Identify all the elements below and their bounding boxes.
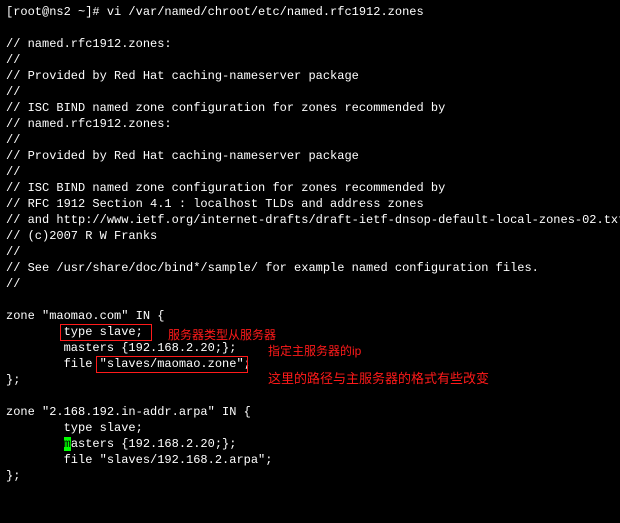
file-line: }; [6,469,20,483]
file-line: file "slaves/maomao.zone"; [6,357,251,371]
file-line: // See /usr/share/doc/bind*/sample/ for … [6,261,539,275]
file-line: // [6,85,20,99]
file-line: // named.rfc1912.zones: [6,117,172,131]
file-line: // [6,133,20,147]
file-line: masters {192.168.2.20;}; [6,341,236,355]
file-line: type slave; [6,325,143,339]
file-line: // [6,277,20,291]
file-line: // and http://www.ietf.org/internet-draf… [6,213,620,227]
file-line: // [6,165,20,179]
text-cursor: m [64,437,71,451]
file-line: }; [6,373,20,387]
terminal[interactable]: [root@ns2 ~]# vi /var/named/chroot/etc/n… [0,0,620,488]
file-line: // Provided by Red Hat caching-nameserve… [6,149,359,163]
file-line: // Provided by Red Hat caching-nameserve… [6,69,359,83]
file-line: // [6,245,20,259]
file-line: // ISC BIND named zone configuration for… [6,181,445,195]
file-line: type slave; [6,421,143,435]
file-line: // named.rfc1912.zones: [6,37,172,51]
file-line: zone "maomao.com" IN { [6,309,164,323]
file-line: file "slaves/192.168.2.arpa"; [6,453,272,467]
file-line: // RFC 1912 Section 4.1 : localhost TLDs… [6,197,424,211]
file-line: // [6,53,20,67]
prompt-line: [root@ns2 ~]# vi /var/named/chroot/etc/n… [6,5,424,19]
file-line: // (c)2007 R W Franks [6,229,157,243]
file-line: zone "2.168.192.in-addr.arpa" IN { [6,405,251,419]
file-line-with-cursor: masters {192.168.2.20;}; [6,437,236,451]
file-line: // ISC BIND named zone configuration for… [6,101,445,115]
